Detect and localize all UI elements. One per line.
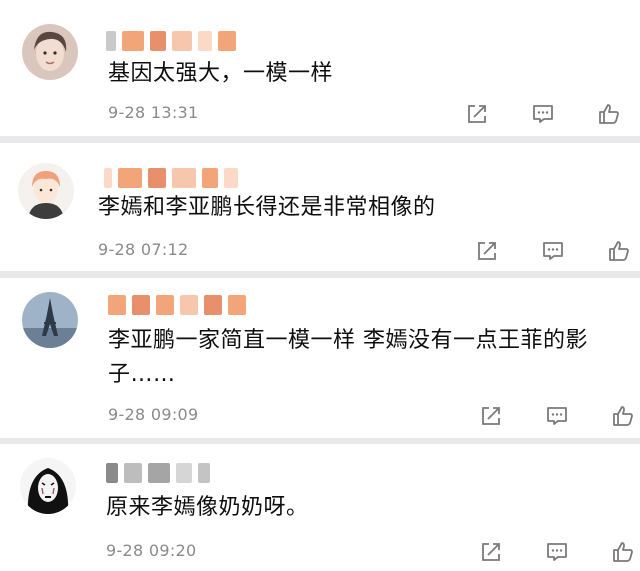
comment-item: 原来李嫣像奶奶呀。 9-28 09:20 — [0, 444, 640, 571]
comment-text: 原来李嫣像奶奶呀。 — [106, 495, 309, 520]
comment-item: 李亚鹏一家简直一模一样 李嫣没有一点王菲的影 子…… 9-28 09:09 — [0, 278, 640, 438]
comment-actions — [464, 101, 622, 127]
share-icon[interactable] — [478, 403, 504, 429]
username-blurred[interactable] — [106, 30, 236, 52]
like-icon[interactable] — [596, 101, 622, 127]
comment-icon[interactable] — [544, 403, 570, 429]
like-icon[interactable] — [610, 403, 636, 429]
comment-text: 基因太强大，一模一样 — [108, 61, 334, 86]
user-avatar[interactable] — [20, 458, 76, 514]
no-face-avatar-icon — [20, 458, 76, 514]
user-avatar[interactable] — [22, 24, 78, 80]
like-icon[interactable] — [606, 238, 632, 264]
comment-icon[interactable] — [530, 101, 556, 127]
woman-photo-avatar-icon — [22, 24, 78, 80]
comment-feed: 基因太强大，一模一样 9-28 13:31 李嫣和李亚鹏长得还是非常相像的 9-… — [0, 0, 640, 571]
eiffel-tower-avatar-icon — [22, 292, 78, 348]
user-avatar[interactable] — [22, 292, 78, 348]
cartoon-boy-avatar-icon — [18, 163, 74, 219]
comment-timestamp: 9-28 13:31 — [108, 103, 199, 122]
comment-actions — [474, 238, 632, 264]
username-blurred[interactable] — [106, 462, 210, 484]
username-blurred[interactable] — [108, 294, 246, 316]
comment-item: 基因太强大，一模一样 9-28 13:31 — [0, 0, 640, 136]
comment-icon[interactable] — [544, 539, 570, 565]
user-avatar[interactable] — [18, 163, 74, 219]
share-icon[interactable] — [464, 101, 490, 127]
comment-text-continued: 子…… — [108, 362, 176, 387]
comment-item: 李嫣和李亚鹏长得还是非常相像的 9-28 07:12 — [0, 143, 640, 271]
comment-actions — [478, 539, 636, 565]
comment-timestamp: 9-28 07:12 — [98, 240, 189, 259]
comment-text: 李亚鹏一家简直一模一样 李嫣没有一点王菲的影 — [108, 328, 588, 353]
comment-actions — [478, 403, 636, 429]
username-blurred[interactable] — [104, 167, 238, 189]
comment-icon[interactable] — [540, 238, 566, 264]
share-icon[interactable] — [474, 238, 500, 264]
comment-timestamp: 9-28 09:20 — [106, 541, 197, 560]
like-icon[interactable] — [610, 539, 636, 565]
share-icon[interactable] — [478, 539, 504, 565]
comment-text: 李嫣和李亚鹏长得还是非常相像的 — [98, 195, 436, 220]
comment-timestamp: 9-28 09:09 — [108, 405, 199, 424]
